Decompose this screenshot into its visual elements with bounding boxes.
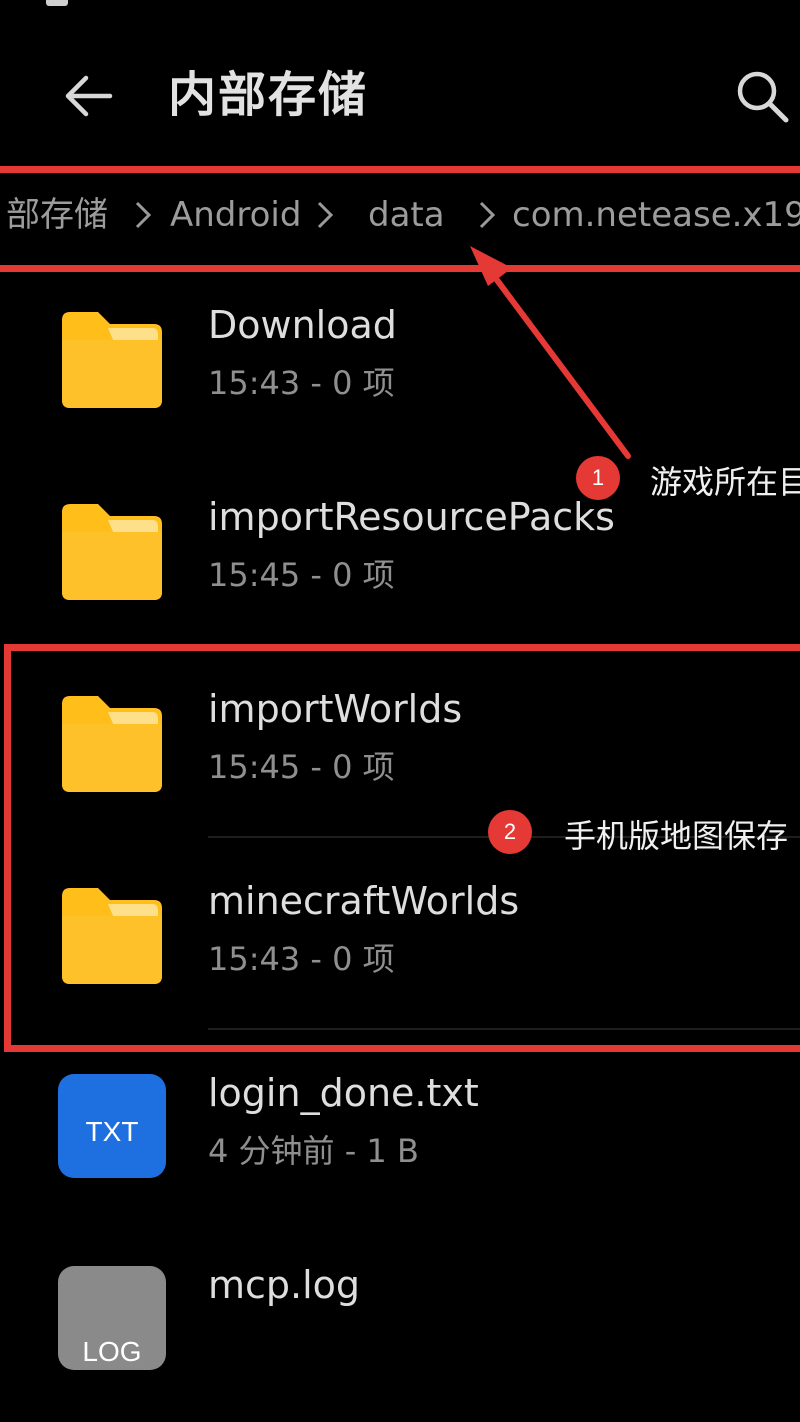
folder-icon bbox=[62, 312, 162, 408]
annotation-arrow bbox=[470, 246, 631, 459]
folder-icon bbox=[62, 696, 162, 792]
page-title: 内部存储 bbox=[168, 67, 369, 123]
breadcrumb-item-internal-storage[interactable]: 部存储 bbox=[6, 192, 108, 238]
file-meta: 15:43 - 0 项 bbox=[208, 364, 395, 402]
chevron-right-icon bbox=[317, 201, 334, 229]
back-button[interactable] bbox=[52, 60, 124, 132]
list-item-mcp-log[interactable]: LOG mcp.log bbox=[0, 1230, 800, 1422]
log-file-icon: LOG bbox=[58, 1266, 166, 1370]
search-icon bbox=[737, 71, 789, 123]
folder-icon bbox=[62, 888, 162, 984]
file-name: importResourcePacks bbox=[208, 495, 615, 539]
chevron-right-icon bbox=[479, 201, 496, 229]
file-name: minecraftWorlds bbox=[208, 879, 520, 923]
chevron-right-icon bbox=[135, 201, 152, 229]
breadcrumb: 部存储 Android data com.netease.x19 bbox=[0, 170, 800, 264]
file-name: mcp.log bbox=[208, 1263, 361, 1307]
txt-file-icon: TXT bbox=[58, 1074, 166, 1178]
file-name: importWorlds bbox=[208, 687, 463, 731]
file-meta: 15:45 - 0 项 bbox=[208, 748, 395, 786]
list-item-minecraftworlds[interactable]: minecraftWorlds 15:43 - 0 项 bbox=[0, 846, 800, 1038]
annotation-text-2: 手机版地图保存 bbox=[564, 817, 789, 855]
breadcrumb-item-android[interactable]: Android bbox=[170, 192, 301, 238]
breadcrumb-item-data[interactable]: data bbox=[368, 192, 445, 238]
annotation-badge-2: 2 bbox=[488, 810, 532, 854]
breadcrumb-item-current-folder[interactable]: com.netease.x19 bbox=[512, 192, 800, 238]
file-type-label: LOG bbox=[82, 1336, 142, 1367]
file-name: login_done.txt bbox=[208, 1071, 479, 1115]
file-name: Download bbox=[208, 303, 397, 347]
file-meta: 4 分钟前 - 1 B bbox=[208, 1132, 419, 1170]
file-meta: 15:45 - 0 项 bbox=[208, 556, 395, 594]
search-button[interactable] bbox=[724, 60, 800, 132]
list-divider bbox=[208, 1028, 800, 1030]
annotation-badge-1: 1 bbox=[576, 456, 620, 500]
file-meta: 15:43 - 0 项 bbox=[208, 940, 395, 978]
arrow-left-icon bbox=[65, 75, 113, 117]
file-type-label: TXT bbox=[85, 1116, 139, 1147]
folder-icon bbox=[62, 504, 162, 600]
app-bar: 内部存储 bbox=[0, 0, 800, 165]
list-item-download[interactable]: Download 15:43 - 0 项 bbox=[0, 270, 800, 462]
annotation-text-1: 游戏所在目 bbox=[650, 463, 800, 501]
list-item-login-done-txt[interactable]: TXT login_done.txt 4 分钟前 - 1 B bbox=[0, 1038, 800, 1230]
